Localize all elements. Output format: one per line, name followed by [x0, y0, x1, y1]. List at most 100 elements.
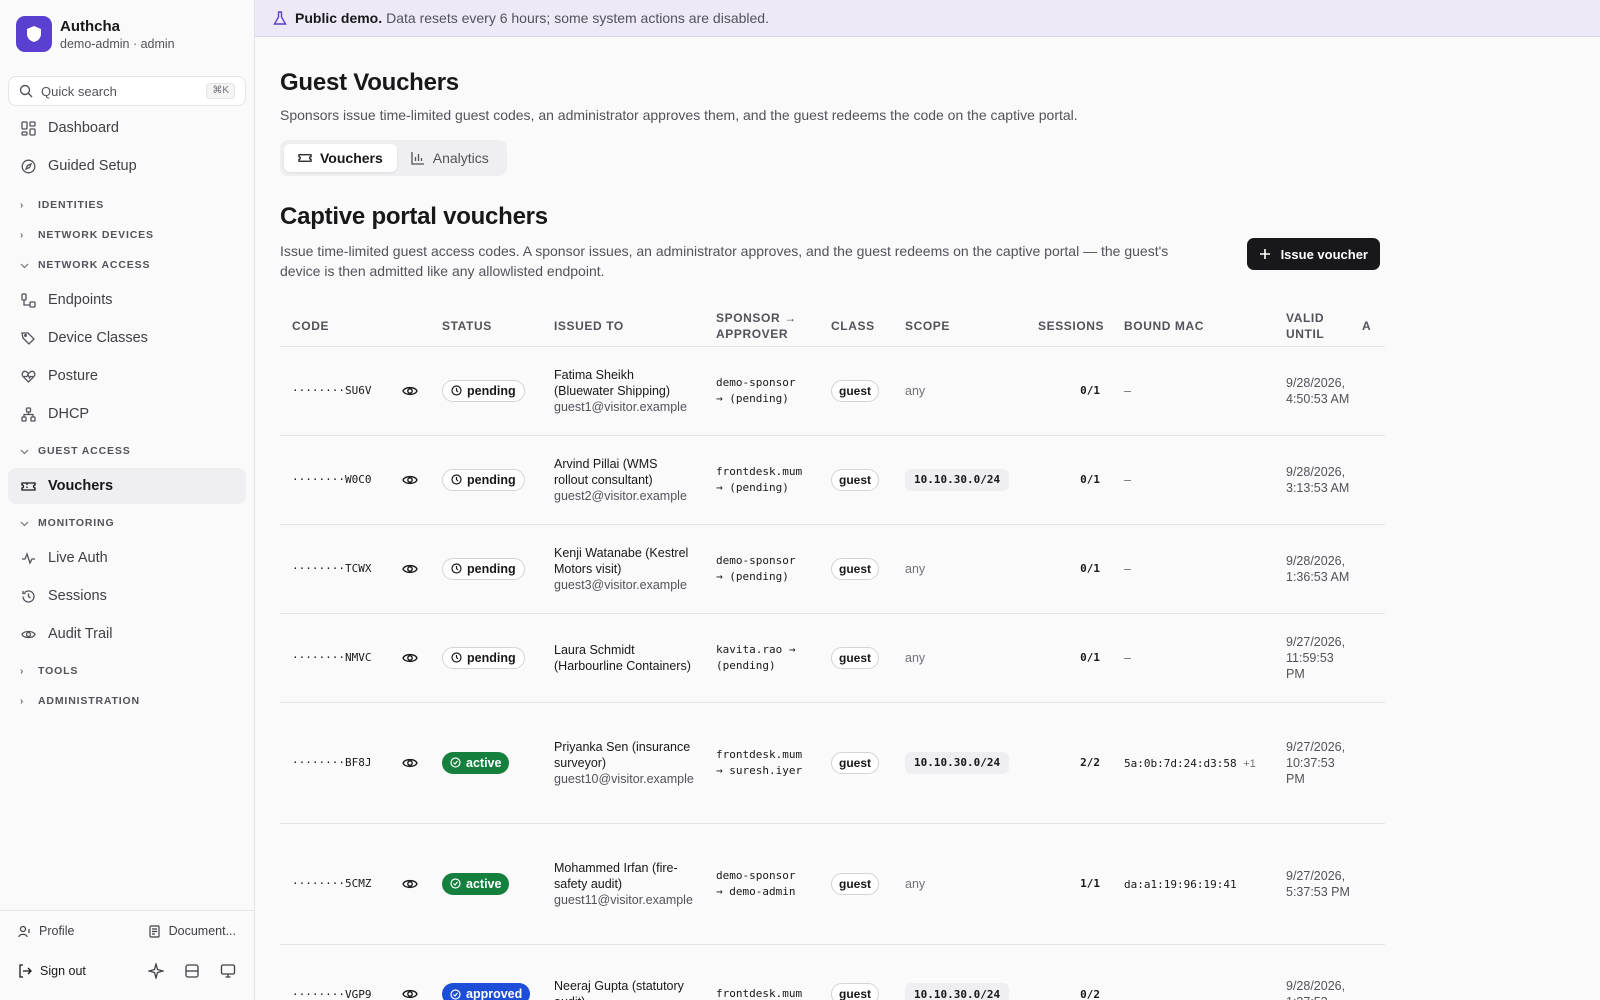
header-line: APPROVER	[716, 326, 789, 341]
sidebar-item-sessions[interactable]: Sessions	[8, 578, 246, 614]
history-icon	[20, 588, 36, 604]
monitor-icon[interactable]	[220, 963, 236, 979]
section-title: Captive portal vouchers	[280, 203, 548, 230]
class-badge: guest	[831, 646, 880, 669]
header-line: UNTIL	[1286, 326, 1325, 341]
sessions-count: 0/2	[1026, 944, 1112, 1000]
chevron-down-icon	[20, 447, 32, 456]
banner-text: Data resets every 6 hours; some system a…	[386, 10, 769, 26]
main-content: Guest Vouchers Sponsors issue time-limit…	[280, 37, 1385, 1000]
table-row[interactable]: ········BF8J active Priyanka Sen (insuranc…	[280, 702, 1385, 824]
brand[interactable]: Authcha demo-admin · admin	[0, 0, 254, 68]
tab-analytics[interactable]: Analytics	[397, 144, 503, 172]
reveal-code-eye-icon[interactable]	[402, 756, 418, 770]
nav-group-label: ADMINISTRATION	[38, 695, 140, 707]
nav-group-tools[interactable]: › TOOLS	[8, 656, 246, 686]
sessions-count: 0/1	[1026, 613, 1112, 703]
column-header-valid-until[interactable]: VALID UNTIL	[1274, 306, 1362, 347]
sidebar-item-vouchers[interactable]: Vouchers	[8, 468, 246, 504]
reveal-code-eye-icon[interactable]	[402, 987, 418, 1000]
nav-group-label: GUEST ACCESS	[38, 445, 131, 457]
bar-chart-icon	[411, 151, 425, 165]
table-row[interactable]: ········TCWX pending Kenji Watanabe (Kestr…	[280, 524, 1385, 614]
mac-value: –	[1124, 650, 1131, 665]
profile-link[interactable]: Profile	[18, 924, 74, 938]
sessions-count: 2/2	[1026, 702, 1112, 824]
table-row[interactable]: ········NMVC pending Laura Schmidt (Harbou…	[280, 613, 1385, 703]
section-description: Issue time-limited guest access codes. A…	[280, 243, 1169, 279]
column-header-sessions[interactable]: SESSIONS	[1026, 306, 1112, 347]
chevron-right-icon: ›	[20, 229, 25, 241]
sidebar-item-device-classes[interactable]: Device Classes	[8, 320, 246, 356]
column-header-issued-to[interactable]: ISSUED TO	[542, 306, 704, 347]
sidebar-item-dhcp[interactable]: DHCP	[8, 396, 246, 432]
nav-group-administration[interactable]: › ADMINISTRATION	[8, 686, 246, 716]
sidebar-item-live-auth[interactable]: Live Auth	[8, 540, 246, 576]
actions-cell	[1362, 613, 1385, 703]
voucher-code: ········SU6V	[292, 384, 372, 397]
issue-voucher-label: Issue voucher	[1280, 246, 1368, 262]
table-row[interactable]: ········VGP9 approved Neeraj Gupta (statut…	[280, 944, 1385, 1000]
voucher-code: ········W0C0	[292, 473, 372, 486]
chevron-down-icon	[20, 519, 32, 528]
column-header-code[interactable]: CODE	[280, 306, 430, 347]
compass-icon	[20, 158, 36, 174]
sign-out-button[interactable]: Sign out	[18, 964, 86, 978]
status-label: approved	[466, 987, 523, 1000]
sidebar-item-dashboard[interactable]: Dashboard	[8, 110, 246, 146]
column-header-actions[interactable]: A	[1362, 306, 1385, 347]
column-header-bound-mac[interactable]: BOUND MAC	[1112, 306, 1274, 347]
issue-voucher-button[interactable]: Issue voucher	[1246, 238, 1380, 270]
nav-group-network-devices[interactable]: › NETWORK DEVICES	[8, 220, 246, 250]
shield-icon	[16, 16, 52, 52]
nav-group-identities[interactable]: › IDENTITIES	[8, 190, 246, 220]
column-header-class[interactable]: CLASS	[819, 306, 893, 347]
reveal-code-eye-icon[interactable]	[402, 562, 418, 576]
status-badge: pending	[442, 646, 525, 669]
sign-out-label: Sign out	[40, 964, 86, 978]
status-label: pending	[467, 383, 516, 398]
search-icon	[19, 84, 33, 98]
nav-group-guest-access[interactable]: GUEST ACCESS	[8, 436, 246, 466]
class-badge: guest	[831, 983, 880, 1000]
nav-group-monitoring[interactable]: MONITORING	[8, 508, 246, 538]
guest-name: Fatima Sheikh (Bluewater Shipping)	[554, 367, 671, 398]
reveal-code-eye-icon[interactable]	[402, 473, 418, 487]
quick-search[interactable]: Quick search ⌘K	[8, 76, 246, 106]
valid-until: 9/27/2026, 10:37:53 PM	[1286, 739, 1346, 786]
layout-icon[interactable]	[184, 963, 200, 979]
sponsor-approver: demo-sponsor → (pending)	[716, 553, 796, 583]
logout-icon	[18, 964, 32, 978]
nav-group-label: MONITORING	[38, 517, 115, 529]
table-row[interactable]: ········SU6V pending Fatima Sheikh (Bluewa…	[280, 346, 1385, 436]
reveal-code-eye-icon[interactable]	[402, 651, 418, 665]
reveal-code-eye-icon[interactable]	[402, 877, 418, 891]
header-line: VALID	[1286, 310, 1325, 325]
sidebar-item-posture[interactable]: Posture	[8, 358, 246, 394]
tab-vouchers[interactable]: Vouchers	[284, 144, 397, 172]
nav-group-network-access[interactable]: NETWORK ACCESS	[8, 250, 246, 280]
sidebar-item-label: Live Auth	[48, 550, 108, 566]
documentation-link[interactable]: Document...	[148, 924, 236, 938]
actions-cell	[1362, 823, 1385, 945]
status-label: pending	[467, 561, 516, 576]
sessions-count: 1/1	[1026, 823, 1112, 945]
class-badge: guest	[831, 751, 880, 774]
column-header-scope[interactable]: SCOPE	[893, 306, 1026, 347]
sessions-count: 0/1	[1026, 346, 1112, 436]
actions-cell	[1362, 435, 1385, 525]
nav-group-label: IDENTITIES	[38, 199, 105, 211]
sparkle-icon[interactable]	[148, 963, 164, 979]
sidebar-item-audit-trail[interactable]: Audit Trail	[8, 616, 246, 652]
status-badge: pending	[442, 557, 525, 580]
clock-icon	[451, 652, 462, 663]
sponsor-approver: demo-sponsor → demo-admin	[716, 868, 796, 898]
reveal-code-eye-icon[interactable]	[402, 384, 418, 398]
column-header-status[interactable]: STATUS	[430, 306, 542, 347]
table-row[interactable]: ········5CMZ active Mohammed Irfan (fire-s…	[280, 823, 1385, 945]
sidebar-item-endpoints[interactable]: Endpoints	[8, 282, 246, 318]
column-header-sponsor[interactable]: SPONSOR → APPROVER	[704, 306, 819, 347]
sidebar-item-guided-setup[interactable]: Guided Setup	[8, 148, 246, 184]
status-badge: pending	[442, 468, 525, 491]
table-row[interactable]: ········W0C0 pending Arvind Pillai (WMS ro…	[280, 435, 1385, 525]
